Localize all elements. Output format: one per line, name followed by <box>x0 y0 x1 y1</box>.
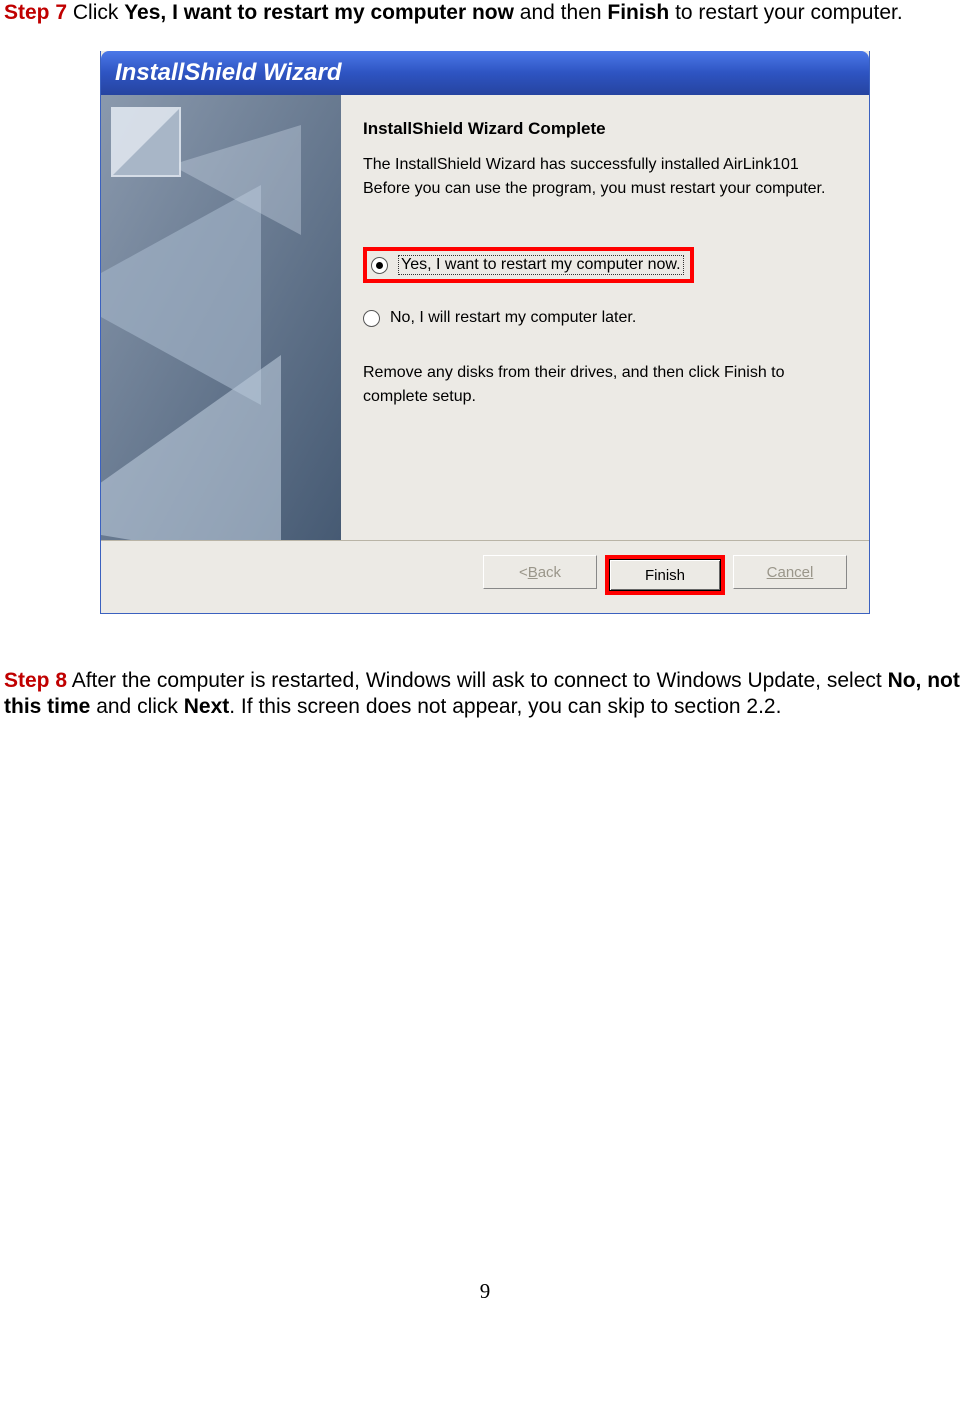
back-underline: B <box>528 564 538 581</box>
step8-paragraph: Step 8 After the computer is restarted, … <box>4 668 962 719</box>
wizard-desc-line2: Before you can use the program, you must… <box>363 179 847 199</box>
step7-paragraph: Step 7 Click Yes, I want to restart my c… <box>4 0 962 25</box>
cancel-label: Cancel <box>767 564 814 581</box>
wizard-footer: < Back Finish Cancel <box>101 540 869 613</box>
step8-label: Step 8 <box>4 669 67 692</box>
titlebar-text: InstallShield Wizard <box>115 59 342 87</box>
titlebar[interactable]: InstallShield Wizard <box>101 51 869 95</box>
radio-no-label[interactable]: No, I will restart my computer later. <box>390 309 636 327</box>
step7-text-3: to restart your computer. <box>669 1 902 24</box>
finish-label: Finish <box>645 567 685 584</box>
installshield-wizard-window: InstallShield Wizard <box>100 51 870 614</box>
step7-bold-1: Yes, I want to restart my computer now <box>124 1 514 24</box>
radio-yes[interactable] <box>371 257 388 274</box>
wizard-heading: InstallShield Wizard Complete <box>363 119 847 139</box>
step8-t3: . If this screen does not appear, you ca… <box>229 695 781 718</box>
step8-bold2: Next <box>184 695 230 718</box>
step7-label: Step 7 <box>4 1 67 24</box>
radio-yes-highlight: Yes, I want to restart my computer now. <box>363 247 694 283</box>
step7-text-1: Click <box>67 1 124 24</box>
radio-no[interactable] <box>363 310 380 327</box>
radio-yes-label[interactable]: Yes, I want to restart my computer now. <box>398 255 684 275</box>
wizard-content: InstallShield Wizard Complete The Instal… <box>341 95 869 540</box>
wizard-remove-line1: Remove any disks from their drives, and … <box>363 363 847 383</box>
cancel-button: Cancel <box>733 555 847 589</box>
wizard-body: InstallShield Wizard Complete The Instal… <box>101 95 869 540</box>
page-number: 9 <box>0 1279 970 1304</box>
step7-text-2: and then <box>514 1 607 24</box>
step8-t1: After the computer is restarted, Windows… <box>67 669 888 692</box>
wizard-remove-line2: complete setup. <box>363 387 847 407</box>
finish-highlight: Finish <box>605 555 725 595</box>
finish-button[interactable]: Finish <box>609 559 721 591</box>
back-suffix: ack <box>538 564 561 581</box>
back-button: < Back <box>483 555 597 589</box>
radio-dot-icon <box>376 262 383 269</box>
wizard-desc-line1: The InstallShield Wizard has successfull… <box>363 155 847 175</box>
step7-bold-2: Finish <box>607 1 669 24</box>
step8-t2: and click <box>90 695 183 718</box>
back-prefix: < <box>519 564 528 581</box>
wizard-sidebar-graphic <box>101 95 341 540</box>
